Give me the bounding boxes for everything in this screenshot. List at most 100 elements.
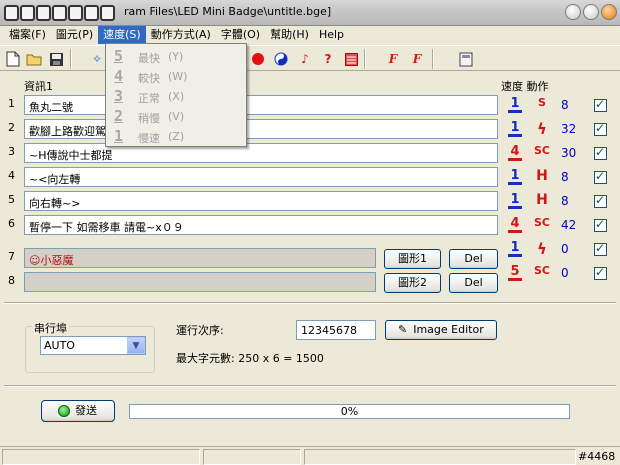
chevron-down-icon[interactable]: ▼: [127, 337, 145, 354]
row-number: 3: [8, 145, 15, 158]
calculator-icon[interactable]: [457, 50, 475, 68]
yin-yang-icon[interactable]: [272, 50, 290, 68]
menu-file[interactable]: 檔案(F): [4, 26, 51, 44]
run-order-input[interactable]: 12345678: [296, 320, 376, 340]
action-scroll-icon[interactable]: S: [532, 96, 552, 116]
action-flash-icon[interactable]: ϟ: [532, 240, 552, 260]
status-cell: [304, 449, 576, 465]
row-number: 5: [8, 193, 15, 206]
row-value: 8: [561, 98, 569, 112]
image2-button[interactable]: 圖形2: [384, 273, 441, 293]
app-logo: [4, 4, 122, 22]
image-editor-button[interactable]: ✎ Image Editor: [385, 320, 497, 340]
row-value: 30: [561, 146, 577, 160]
menu-pixel[interactable]: 圖元(P): [51, 26, 98, 44]
row-number: 6: [8, 217, 15, 230]
row-enable-checkbox[interactable]: [594, 121, 607, 136]
send-button[interactable]: 發送: [41, 400, 115, 422]
speed-menu-item-normal[interactable]: 3 正常 (X): [106, 87, 246, 107]
speed-indicator[interactable]: 1: [507, 240, 523, 260]
action-sc-icon[interactable]: SC: [532, 264, 552, 284]
row-value: 32: [561, 122, 577, 136]
devil-icon: ☺: [29, 254, 41, 267]
action-h-icon[interactable]: H: [532, 168, 552, 188]
speed-indicator[interactable]: 1: [507, 168, 523, 188]
row-enable-checkbox[interactable]: [594, 265, 607, 280]
menu-help[interactable]: Help: [314, 26, 349, 44]
close-button[interactable]: [601, 4, 617, 20]
row-enable-checkbox[interactable]: [594, 97, 607, 112]
speed-menu-dropdown: 5 最快 (Y) 4 較快 (W) 3 正常 (X) 2 稍慢 (V) 1 慢速…: [105, 43, 247, 147]
speed-4-icon: 4: [114, 67, 124, 85]
row-value: 8: [561, 194, 569, 208]
toolbar: ✧ ♪ ? F F: [0, 45, 620, 71]
action-sc-icon[interactable]: SC: [532, 216, 552, 236]
toolbar-separator: [432, 49, 434, 69]
pointer-icon[interactable]: ✧: [88, 50, 106, 68]
pattern-icon[interactable]: [342, 50, 360, 68]
speed-menu-item-fast[interactable]: 4 較快 (W): [106, 67, 246, 87]
speed-indicator[interactable]: 1: [507, 120, 523, 140]
row-enable-checkbox[interactable]: [594, 241, 607, 256]
divider: [4, 302, 616, 304]
image1-button[interactable]: 圖形1: [384, 249, 441, 269]
speed-indicator[interactable]: 5: [507, 264, 523, 284]
row-value: 42: [561, 218, 577, 232]
question-icon[interactable]: ?: [319, 50, 337, 68]
divider: [4, 385, 616, 387]
window-title: ram Files\LED Mini Badge\untitle.bge]: [124, 5, 332, 18]
maximize-button[interactable]: [583, 4, 599, 20]
delete-image2-button[interactable]: Del: [449, 273, 498, 293]
run-order-label: 運行次序:: [176, 324, 224, 337]
row-number: 4: [8, 169, 15, 182]
message-input-1[interactable]: 魚丸二號: [24, 95, 498, 115]
speed-indicator[interactable]: 4: [507, 216, 523, 236]
message-input-2[interactable]: 歡腳上路歡迎駕: [24, 119, 498, 139]
image-input-1[interactable]: ☺小惡魔: [24, 248, 376, 268]
row-enable-checkbox[interactable]: [594, 169, 607, 184]
message-input-5[interactable]: 向右轉~>: [24, 191, 498, 211]
message-input-4[interactable]: ~<向左轉: [24, 167, 498, 187]
delete-image1-button[interactable]: Del: [449, 249, 498, 269]
serial-port-label: 串行埠: [32, 320, 69, 336]
status-bar: #4468: [0, 446, 620, 465]
row-enable-checkbox[interactable]: [594, 217, 607, 232]
speed-menu-item-fastest[interactable]: 5 最快 (Y): [106, 47, 246, 67]
speed-menu-item-slower[interactable]: 2 稍慢 (V): [106, 107, 246, 127]
speed-action-header: 速度 動作: [501, 80, 549, 93]
speed-indicator[interactable]: 1: [507, 192, 523, 212]
open-folder-icon[interactable]: [25, 50, 43, 68]
new-file-icon[interactable]: [4, 50, 22, 68]
music-note-icon[interactable]: ♪: [296, 50, 314, 68]
speed-menu-item-slow[interactable]: 1 慢速 (Z): [106, 127, 246, 147]
toolbar-separator: [364, 49, 366, 69]
row-value: 8: [561, 170, 569, 184]
message-input-3[interactable]: ~H傳說中士都提: [24, 143, 498, 163]
minimize-button[interactable]: [565, 4, 581, 20]
row-value: 0: [561, 266, 569, 280]
action-h-icon[interactable]: H: [532, 192, 552, 212]
speed-indicator[interactable]: 4: [507, 144, 523, 164]
speed-1-icon: 1: [114, 127, 124, 145]
status-cell: [2, 449, 200, 465]
speed-indicator[interactable]: 1: [507, 96, 523, 116]
menu-speed[interactable]: 速度(S): [98, 26, 146, 44]
status-cell: [203, 449, 301, 465]
row-number: 1: [8, 97, 15, 110]
menu-action[interactable]: 動作方式(A): [146, 26, 216, 44]
font-f-icon[interactable]: F: [384, 50, 402, 68]
menu-help-zh[interactable]: 幫助(H): [265, 26, 314, 44]
menu-font[interactable]: 字體(O): [216, 26, 265, 44]
editor-icon: ✎: [398, 323, 408, 336]
row-enable-checkbox[interactable]: [594, 145, 607, 160]
max-chars-text: 最大字元數: 250 x 6 = 1500: [176, 352, 324, 365]
action-flash-icon[interactable]: ϟ: [532, 120, 552, 140]
image-input-2[interactable]: [24, 272, 376, 292]
row-enable-checkbox[interactable]: [594, 193, 607, 208]
progress-bar: 0%: [129, 404, 570, 419]
message-input-6[interactable]: 暫停一下 如需移車 請電~x０９: [24, 215, 498, 235]
red-dot-icon[interactable]: [249, 50, 267, 68]
action-sc-icon[interactable]: SC: [532, 144, 552, 164]
font-f2-icon[interactable]: F: [408, 50, 426, 68]
save-icon[interactable]: [47, 50, 65, 68]
